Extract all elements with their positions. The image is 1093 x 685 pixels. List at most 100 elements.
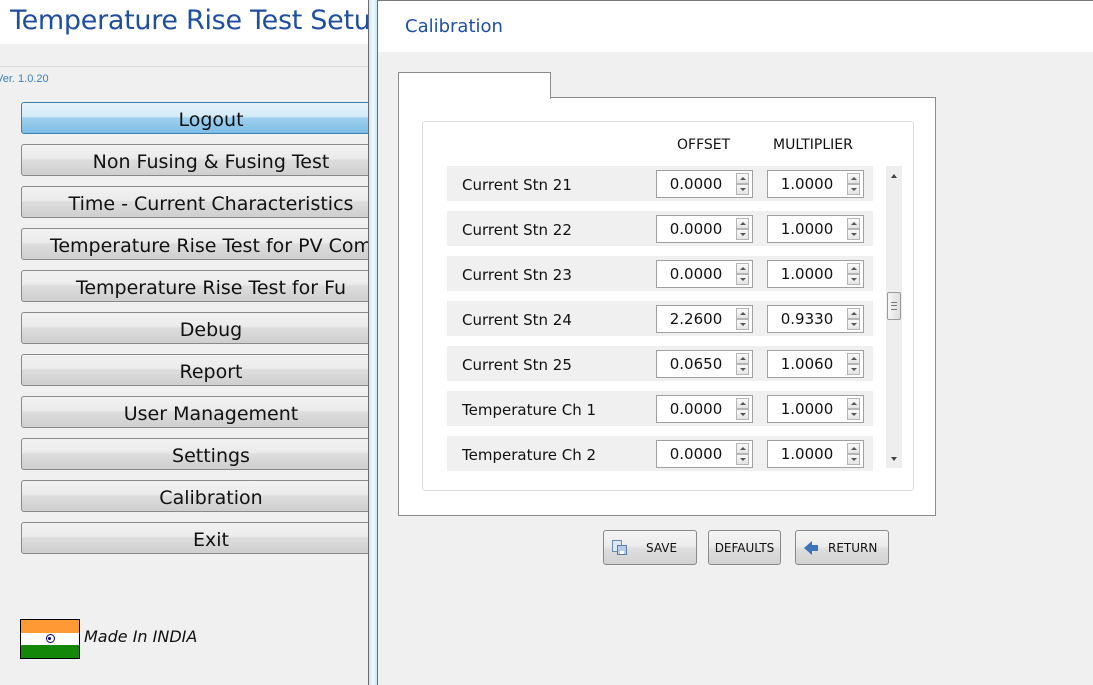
spin-up-icon[interactable]	[736, 218, 749, 229]
calibration-row: Current Stn 22	[447, 211, 873, 246]
exit-button[interactable]: Exit	[21, 522, 401, 554]
multiplier-input[interactable]	[768, 351, 846, 377]
spin-down-icon[interactable]	[736, 454, 749, 465]
spin-down-icon[interactable]	[847, 184, 860, 195]
multiplier-input[interactable]	[768, 171, 846, 197]
multiplier-input[interactable]	[768, 261, 846, 287]
spin-down-icon[interactable]	[847, 229, 860, 240]
offset-spinbox[interactable]	[656, 215, 753, 243]
spin-up-icon[interactable]	[847, 308, 860, 319]
india-flag-icon	[20, 619, 80, 659]
settings-button[interactable]: Settings	[21, 438, 401, 470]
time-current-characteristics-button[interactable]: Time - Current Characteristics	[21, 186, 401, 218]
calibration-title: Calibration	[405, 16, 503, 37]
spin-up-icon[interactable]	[847, 353, 860, 364]
row-label: Current Stn 22	[462, 221, 572, 239]
vertical-scrollbar[interactable]	[886, 166, 902, 468]
row-label: Current Stn 25	[462, 356, 572, 374]
multiplier-input[interactable]	[768, 441, 846, 467]
spin-down-icon[interactable]	[736, 184, 749, 195]
spin-down-icon[interactable]	[736, 274, 749, 285]
offset-input[interactable]	[657, 216, 735, 242]
save-button[interactable]: SAVE	[603, 530, 697, 565]
time-current-characteristics-label: Time - Current Characteristics	[68, 193, 354, 215]
offset-column-header: OFFSET	[677, 137, 731, 153]
report-button[interactable]: Report	[21, 354, 401, 386]
logout-button-label: Logout	[178, 109, 244, 131]
scrollbar-thumb[interactable]	[887, 292, 901, 320]
spin-down-icon[interactable]	[736, 364, 749, 375]
debug-button[interactable]: Debug	[21, 312, 401, 344]
spin-up-icon[interactable]	[847, 398, 860, 409]
calibration-row: Current Stn 23	[447, 256, 873, 291]
multiplier-input[interactable]	[768, 396, 846, 422]
defaults-button[interactable]: DEFAULTS	[708, 530, 781, 565]
offset-input[interactable]	[657, 351, 735, 377]
spin-up-icon[interactable]	[847, 173, 860, 184]
spin-down-icon[interactable]	[736, 229, 749, 240]
return-button-label: RETURN	[828, 540, 878, 555]
spin-down-icon[interactable]	[847, 274, 860, 285]
offset-spinbox[interactable]	[656, 305, 753, 333]
offset-spinbox[interactable]	[656, 350, 753, 378]
multiplier-spinbox[interactable]	[767, 350, 864, 378]
spin-up-icon[interactable]	[736, 263, 749, 274]
spin-up-icon[interactable]	[847, 218, 860, 229]
offset-input[interactable]	[657, 171, 735, 197]
temp-rise-pv-label: Temperature Rise Test for PV Com	[49, 235, 373, 257]
offset-spinbox[interactable]	[656, 260, 753, 288]
spin-up-icon[interactable]	[847, 443, 860, 454]
offset-input[interactable]	[657, 396, 735, 422]
spin-up-icon[interactable]	[736, 173, 749, 184]
spin-up-icon[interactable]	[736, 398, 749, 409]
multiplier-spinbox[interactable]	[767, 170, 864, 198]
row-label: Current Stn 21	[462, 176, 572, 194]
calibration-row: Temperature Ch 2	[447, 436, 873, 471]
multiplier-input[interactable]	[768, 216, 846, 242]
spin-up-icon[interactable]	[736, 353, 749, 364]
version-label: Ver. 1.0.20	[0, 73, 49, 85]
calibration-button[interactable]: Calibration	[21, 480, 401, 512]
spin-down-icon[interactable]	[847, 454, 860, 465]
calibration-tab[interactable]	[398, 72, 551, 99]
spin-down-icon[interactable]	[847, 409, 860, 420]
spin-down-icon[interactable]	[736, 409, 749, 420]
offset-spinbox[interactable]	[656, 440, 753, 468]
spin-down-icon[interactable]	[847, 364, 860, 375]
return-button[interactable]: RETURN	[795, 530, 889, 565]
multiplier-spinbox[interactable]	[767, 215, 864, 243]
offset-spinbox[interactable]	[656, 395, 753, 423]
app-title: Temperature Rise Test Setup	[10, 5, 388, 36]
multiplier-spinbox[interactable]	[767, 305, 864, 333]
non-fusing-fusing-test-button[interactable]: Non Fusing & Fusing Test	[21, 144, 401, 176]
calibration-window-border	[369, 0, 378, 685]
offset-input[interactable]	[657, 441, 735, 467]
multiplier-spinbox[interactable]	[767, 260, 864, 288]
ashoka-chakra-icon	[45, 634, 55, 644]
scroll-up-icon[interactable]	[886, 168, 902, 182]
temp-rise-pv-button[interactable]: Temperature Rise Test for PV Com	[21, 228, 401, 260]
offset-spinbox[interactable]	[656, 170, 753, 198]
user-management-button[interactable]: User Management	[21, 396, 401, 428]
save-icon	[612, 540, 627, 555]
scroll-down-icon[interactable]	[886, 452, 902, 466]
multiplier-spinbox[interactable]	[767, 395, 864, 423]
spin-up-icon[interactable]	[847, 263, 860, 274]
temp-rise-fuse-button[interactable]: Temperature Rise Test for Fu	[21, 270, 401, 302]
calibration-row: Temperature Ch 1	[447, 391, 873, 426]
settings-label: Settings	[172, 445, 250, 467]
spin-up-icon[interactable]	[736, 308, 749, 319]
calibration-row: Current Stn 25	[447, 346, 873, 381]
multiplier-column-header: MULTIPLIER	[773, 137, 853, 153]
screen: Temperature Rise Test Setup Ver. 1.0.20 …	[0, 0, 1093, 685]
spin-down-icon[interactable]	[736, 319, 749, 330]
multiplier-input[interactable]	[768, 306, 846, 332]
offset-input[interactable]	[657, 306, 735, 332]
multiplier-spinbox[interactable]	[767, 440, 864, 468]
calibration-row: Current Stn 24	[447, 301, 873, 336]
offset-input[interactable]	[657, 261, 735, 287]
user-management-label: User Management	[123, 403, 299, 425]
logout-button[interactable]: Logout	[21, 102, 401, 134]
spin-up-icon[interactable]	[736, 443, 749, 454]
spin-down-icon[interactable]	[847, 319, 860, 330]
